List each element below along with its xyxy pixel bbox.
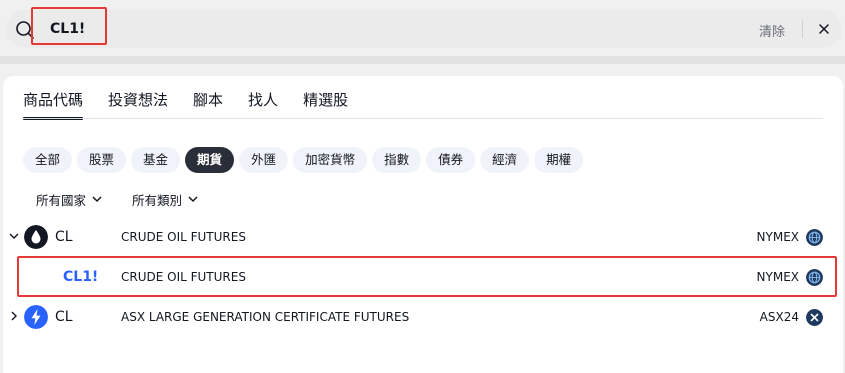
chip-indices[interactable]: 指數 [372, 147, 422, 173]
chevron-down-icon[interactable] [9, 230, 19, 242]
chip-forex[interactable]: 外匯 [239, 147, 289, 173]
tab-ideas[interactable]: 投資想法 [108, 90, 168, 118]
tab-underline-divider [23, 118, 823, 119]
chip-crypto[interactable]: 加密貨幣 [293, 147, 368, 173]
type-filter-dropdown[interactable]: 所有類別 [132, 190, 198, 209]
chip-options[interactable]: 期權 [534, 147, 584, 173]
tab-bar: 商品代碼 投資想法 腳本 找人 精選股 [23, 90, 373, 120]
chip-stocks[interactable]: 股票 [77, 147, 127, 173]
chip-bonds[interactable]: 債券 [426, 147, 476, 173]
globe-icon [806, 229, 823, 246]
search-bar[interactable]: CL1! 清除 [6, 7, 842, 48]
tab-people[interactable]: 找人 [248, 90, 278, 118]
lightning-icon [24, 305, 48, 329]
tab-scripts[interactable]: 腳本 [193, 90, 223, 118]
chip-futures[interactable]: 期貨 [185, 147, 235, 173]
backdrop-strip [0, 56, 845, 64]
result-row[interactable]: CL CRUDE OIL FUTURES NYMEX [3, 217, 843, 257]
exchange-logo-icon [806, 309, 823, 326]
result-symbol: CL [55, 229, 73, 245]
chip-economy[interactable]: 經濟 [480, 147, 530, 173]
result-exchange: ASX24 [759, 310, 799, 324]
country-filter-dropdown[interactable]: 所有國家 [36, 190, 102, 209]
symbol-search-dialog: CL1! 清除 商品代碼 投資想法 腳本 找人 精選股 全部 股票 基金 期貨 … [0, 0, 845, 373]
search-input[interactable]: CL1! [50, 21, 85, 37]
tab-screeners[interactable]: 精選股 [303, 90, 348, 118]
results-panel: 商品代碼 投資想法 腳本 找人 精選股 全部 股票 基金 期貨 外匯 加密貨幣 … [3, 76, 843, 373]
tab-symbols[interactable]: 商品代碼 [23, 90, 84, 120]
result-symbol: CL [55, 309, 73, 325]
chip-all[interactable]: 全部 [23, 147, 73, 173]
category-chips: 全部 股票 基金 期貨 外匯 加密貨幣 指數 債券 經濟 期權 [23, 147, 588, 173]
chevron-down-icon [92, 196, 102, 203]
chip-funds[interactable]: 基金 [131, 147, 181, 173]
close-icon[interactable] [814, 19, 834, 39]
oil-drop-icon [24, 225, 48, 249]
chevron-right-icon[interactable] [9, 310, 19, 322]
result-row[interactable]: CL ASX LARGE GENERATION CERTIFICATE FUTU… [3, 297, 843, 337]
result-highlight-box [17, 256, 837, 297]
chevron-down-icon [188, 196, 198, 203]
divider [802, 20, 803, 38]
result-exchange: NYMEX [756, 230, 799, 244]
result-description: CRUDE OIL FUTURES [121, 230, 246, 244]
country-filter-label: 所有國家 [36, 193, 87, 208]
type-filter-label: 所有類別 [132, 193, 183, 208]
filter-row: 所有國家 所有類別 [36, 190, 228, 209]
result-description: ASX LARGE GENERATION CERTIFICATE FUTURES [121, 310, 410, 324]
clear-button[interactable]: 清除 [759, 21, 785, 40]
